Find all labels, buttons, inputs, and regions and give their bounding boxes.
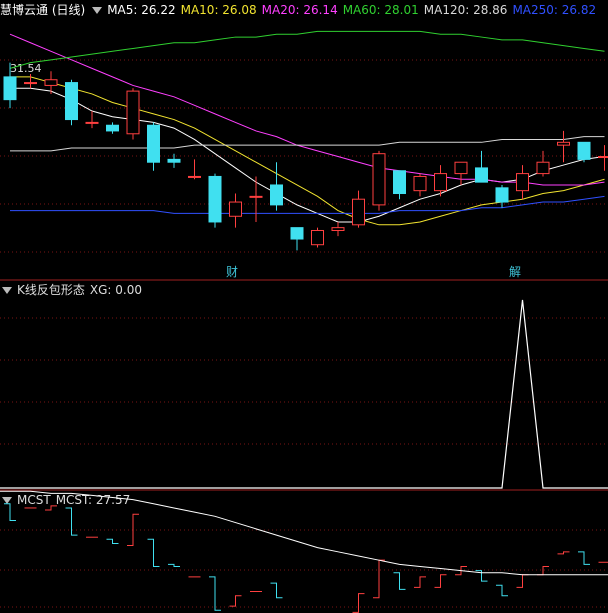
candle-body [249, 195, 263, 198]
candle-body [106, 124, 119, 132]
candle-body [495, 187, 509, 203]
candle [495, 184, 509, 208]
candle [352, 190, 365, 228]
candle [24, 74, 37, 89]
candle [372, 150, 386, 211]
ma60-line [9, 30, 605, 69]
ma20-line [9, 33, 605, 186]
candle-body [270, 184, 283, 206]
candle-body [126, 90, 140, 135]
candle [311, 227, 324, 248]
candle-body [536, 161, 550, 175]
candle-body [44, 79, 58, 86]
mcst-price-step [4, 503, 16, 521]
mcst-price-step [45, 505, 57, 511]
indicator-grid [0, 317, 608, 445]
ma120-line [10, 136, 605, 152]
candle [270, 162, 283, 211]
ma10-line [10, 76, 605, 226]
mcst-price-step [434, 574, 447, 588]
candle [393, 170, 406, 200]
candle [65, 79, 78, 126]
mcst-price-step [106, 538, 119, 544]
candle-body [372, 153, 386, 206]
candle [598, 145, 608, 171]
candle [577, 141, 591, 163]
mcst-price-step [65, 507, 78, 536]
ma250-line [10, 195, 605, 214]
candle [167, 153, 181, 168]
candle [229, 193, 242, 228]
candle [454, 161, 468, 185]
mcst-price-step [578, 551, 590, 565]
mcst-price-step [270, 582, 283, 599]
candle-body [331, 227, 345, 231]
candle [147, 122, 160, 171]
candle-body [557, 141, 570, 146]
mcst-price-step [352, 593, 365, 613]
candle-body [208, 175, 222, 223]
mcst-price-step [516, 574, 529, 588]
candle [331, 221, 345, 237]
candle-body [167, 158, 181, 163]
main-grid [0, 59, 608, 253]
mcst-price-step [147, 538, 160, 567]
candle [126, 88, 140, 140]
candle-body [577, 141, 591, 160]
candle-body [65, 82, 78, 121]
mcst-price-step [168, 563, 180, 567]
candle [188, 159, 201, 180]
mcst-price-step [496, 584, 508, 597]
candle-body [454, 161, 468, 175]
candle-body [598, 156, 608, 159]
candle [85, 111, 99, 129]
candle-body [516, 173, 529, 192]
candle-body [352, 198, 365, 226]
mcst-price-step [393, 572, 406, 590]
ma5-line [10, 87, 605, 223]
candle-body [475, 167, 488, 183]
candle-body [229, 201, 242, 217]
candle [3, 62, 17, 109]
candle [516, 165, 529, 200]
candle [536, 150, 550, 177]
candle-body [188, 175, 201, 178]
xg-line [0, 299, 608, 489]
candle-body [393, 170, 406, 195]
candle-body [24, 82, 37, 85]
chart-canvas[interactable] [0, 0, 608, 613]
candle-body [413, 175, 427, 192]
candle-body [85, 121, 99, 124]
candle-body [434, 173, 447, 192]
candle-body [311, 229, 324, 246]
mcst-price-step [557, 551, 570, 555]
candle-body [290, 227, 304, 240]
candle [208, 173, 222, 228]
candle [106, 122, 119, 134]
mcst-line [0, 490, 608, 576]
mcst-price-step [537, 565, 549, 576]
candle [249, 176, 263, 222]
mcst-price-step [209, 576, 221, 611]
mcst-price-step [414, 576, 426, 588]
mcst-price-step [229, 595, 242, 607]
candle [475, 150, 488, 183]
candle [413, 173, 427, 197]
mcst-grid [0, 529, 608, 608]
mcst-price-step [373, 559, 385, 599]
candle [290, 227, 304, 251]
candle-body [3, 76, 17, 101]
candle [557, 130, 570, 163]
candle-body [147, 124, 160, 163]
